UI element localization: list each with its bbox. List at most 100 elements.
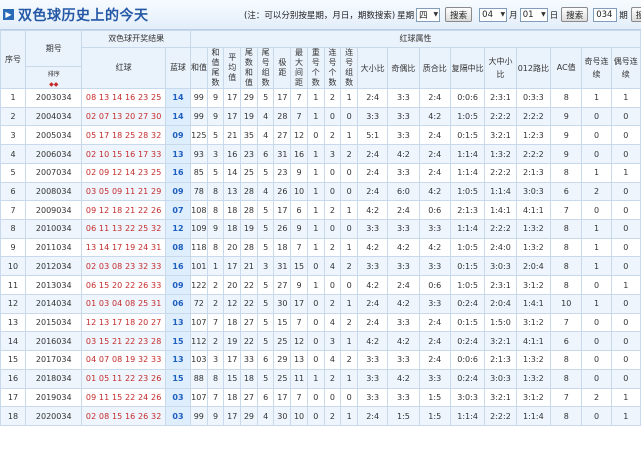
cell-seq: 6: [0, 181, 27, 202]
cell-avg: 18: [223, 200, 242, 221]
cell-tsum: 22: [240, 275, 258, 295]
cell-rep: 1: [306, 181, 325, 202]
chevron-down-icon: ▼: [541, 11, 546, 18]
cell-pc: 3:3: [418, 368, 451, 389]
cell-bs: 3:3: [356, 387, 389, 408]
cell-tgrp: 6: [256, 387, 275, 408]
cell-con: 0: [323, 219, 342, 239]
cell-bms: 2:3:1: [484, 88, 517, 108]
cell-ec: 0: [610, 237, 641, 258]
sort-button[interactable]: 排序 ◆◆: [25, 66, 83, 89]
cell-m3: 1:0:5: [449, 181, 486, 202]
cell-seq: 4: [0, 144, 27, 164]
cell-tail: 7: [206, 387, 225, 408]
cell-issue: 2018034: [25, 368, 83, 389]
cell-r012: 2:2:2: [515, 144, 552, 164]
cell-avg: 20: [223, 237, 242, 258]
cell-ec: 1: [610, 88, 641, 108]
cell-tail: 2: [206, 275, 225, 295]
cell-seq: 11: [0, 275, 27, 295]
cell-bms: 2:0:4: [484, 293, 517, 314]
cell-tail: 3: [206, 350, 225, 370]
cell-blue: 03: [164, 387, 191, 408]
cell-oe: 2:4: [387, 200, 420, 221]
cell-tsum: 21: [240, 256, 258, 277]
cell-bs: 4:2: [356, 275, 389, 295]
table-row: 6 2008034 03 05 09 11 21 29 09 78 8 13 28 4 26 10 1…: [0, 181, 641, 202]
cell-gap: 25: [273, 368, 292, 389]
cell-mgap: 9: [290, 219, 308, 239]
cell-con: 0: [323, 162, 342, 183]
col-oddeven: 奇偶比: [387, 47, 420, 89]
period-input[interactable]: 034: [593, 7, 618, 22]
cell-ac: 7: [550, 200, 583, 221]
col-repeat: 重号个数: [306, 47, 325, 89]
cell-rep: 0: [306, 350, 325, 370]
month-select[interactable]: 04 ▼: [479, 7, 508, 22]
cell-mgap: 15: [290, 256, 308, 277]
col-red: 红球: [81, 47, 166, 89]
cell-m3: 0:1:5: [449, 256, 486, 277]
cell-rep: 0: [306, 125, 325, 146]
cell-con: 4: [323, 256, 342, 277]
cell-blue: 12: [164, 219, 191, 239]
cell-ec: 0: [610, 350, 641, 370]
cell-blue: 15: [164, 368, 191, 389]
cell-avg: 17: [223, 406, 242, 426]
cell-tsum: 29: [240, 88, 258, 108]
cell-seq: 5: [0, 162, 27, 183]
cell-oc: 0: [581, 368, 612, 389]
cell-oc: 1: [581, 88, 612, 108]
cell-tail: 9: [206, 106, 225, 127]
cell-seq: 1: [0, 88, 27, 108]
day-label: 日: [549, 10, 559, 21]
cell-pc: 3:3: [418, 293, 451, 314]
cell-rep: 0: [306, 293, 325, 314]
cell-mgap: 6: [290, 200, 308, 221]
cell-seq: 3: [0, 125, 27, 146]
cell-bms: 3:2:1: [484, 125, 517, 146]
cell-r012: 2:2:2: [515, 106, 552, 127]
cell-tsum: 19: [240, 106, 258, 127]
cell-ac: 8: [550, 219, 583, 239]
cell-oe: 1:5: [387, 406, 420, 426]
day-value: 01: [522, 9, 534, 20]
cell-oe: 3:3: [387, 162, 420, 183]
cell-con: 2: [323, 368, 342, 389]
cell-oc: 0: [581, 144, 612, 164]
cell-ec: 1: [610, 275, 641, 295]
cell-m3: 1:0:5: [449, 237, 486, 258]
cell-issue: 2012034: [25, 256, 83, 277]
cell-bms: 3:2:1: [484, 387, 517, 408]
table-row: 14 2016034 03 15 21 22 23 28 15 112 2 19 22 5 25 1…: [0, 331, 641, 352]
cell-red: 03 05 09 11 21 29: [81, 181, 166, 202]
cell-bs: 3:3: [356, 256, 389, 277]
cell-avg: 18: [223, 387, 242, 408]
search-date-button[interactable]: 搜索: [561, 7, 589, 22]
cell-oe: 4:2: [387, 237, 420, 258]
cell-seq: 15: [0, 350, 27, 370]
cell-blue: 13: [164, 312, 191, 333]
cell-bs: 3:3: [356, 350, 389, 370]
cell-avg: 17: [223, 256, 242, 277]
cell-avg: 18: [223, 219, 242, 239]
cell-cgrp: 2: [340, 350, 358, 370]
cell-con: 4: [323, 350, 342, 370]
cell-seq: 16: [0, 368, 27, 389]
cell-blue: 14: [164, 106, 191, 127]
weekday-select[interactable]: 四 ▼: [416, 7, 441, 22]
table-row: 5 2007034 02 09 12 14 23 25 16 85 5 14 25 5 23 9 1 0…: [0, 162, 641, 183]
day-select[interactable]: 01 ▼: [519, 7, 548, 22]
cell-tgrp: 4: [256, 406, 275, 426]
top-bar: ▶ 双色球历史上的今天 (注：可以分别按星期，月日，期数搜索) 星期 四 ▼ 搜索…: [0, 0, 641, 30]
cell-tgrp: 5: [256, 293, 275, 314]
cell-bs: 2:4: [356, 312, 389, 333]
table-row: 8 2010034 06 11 13 22 25 32 12 109 9 18 19 5 26 9 1…: [0, 219, 641, 239]
cell-pc: 2:4: [418, 88, 451, 108]
cell-pc: 2:4: [418, 144, 451, 164]
cell-cgrp: 1: [340, 293, 358, 314]
search-weekday-button[interactable]: 搜索: [445, 7, 473, 22]
cell-oc: 1: [581, 237, 612, 258]
search-period-button[interactable]: 搜索: [630, 7, 641, 22]
cell-tail: 8: [206, 181, 225, 202]
